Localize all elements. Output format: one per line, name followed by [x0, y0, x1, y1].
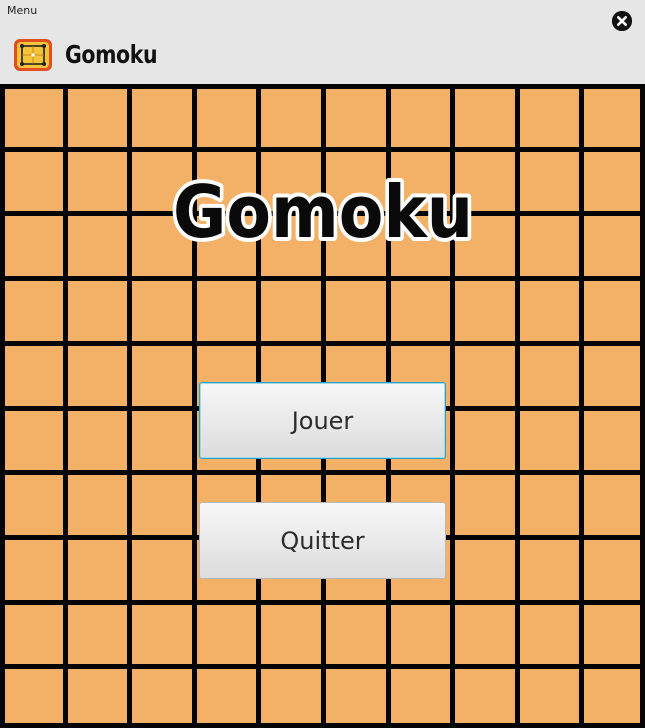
- board-grid-line-horizontal: [0, 600, 645, 605]
- app-title: Gomoku: [65, 40, 158, 69]
- board-grid-line-horizontal: [0, 147, 645, 152]
- board-grid-line-horizontal: [0, 470, 645, 475]
- quit-button[interactable]: Quitter: [199, 502, 446, 579]
- board-grid-line-horizontal: [0, 276, 645, 281]
- game-title-text: Gomoku: [173, 170, 473, 254]
- board-grid-line-horizontal: [0, 341, 645, 346]
- board-grid-line-horizontal: [0, 723, 645, 728]
- title-bar: Menu Gomoku: [0, 0, 645, 84]
- menu-label[interactable]: Menu: [7, 4, 37, 17]
- game-title: Gomoku: [0, 168, 645, 254]
- app-window: Menu Gomoku Gomoku Jouer Quitter: [0, 0, 645, 728]
- board-grid-line-horizontal: [0, 664, 645, 669]
- play-button[interactable]: Jouer: [199, 382, 446, 459]
- board-grid-line-horizontal: [0, 84, 645, 89]
- gomoku-board-icon: [13, 38, 53, 72]
- close-icon[interactable]: [612, 11, 632, 31]
